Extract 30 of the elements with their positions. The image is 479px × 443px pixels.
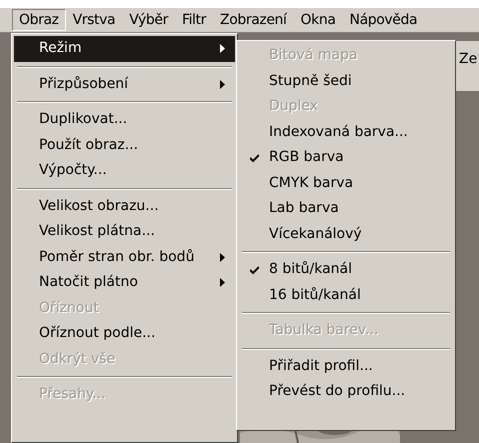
menu-item[interactable]: Velikost plátna... bbox=[14, 219, 235, 244]
menu-item[interactable]: Oříznout podle... bbox=[14, 321, 235, 346]
menu-item[interactable]: RGB barva bbox=[239, 145, 453, 170]
menu-item[interactable]: Lab barva bbox=[239, 196, 453, 222]
checkmark-icon bbox=[250, 154, 258, 162]
menu-item[interactable]: Indexovaná barva... bbox=[239, 120, 453, 145]
menu-item[interactable]: 16 bitů/kanál bbox=[239, 282, 453, 308]
menu-item[interactable]: Vícekanálový bbox=[239, 222, 453, 247]
menu-item[interactable]: Stupně šedi bbox=[239, 68, 453, 94]
checkmark-icon bbox=[250, 266, 258, 274]
menu-bar-item[interactable]: Nápověda bbox=[342, 9, 424, 31]
menu-bar-item[interactable]: Obraz bbox=[12, 9, 66, 31]
menu-item[interactable]: Poměr stran obr. bodů bbox=[14, 244, 235, 270]
menu-item[interactable]: 8 bitů/kanál bbox=[239, 257, 453, 282]
menu-item[interactable]: Převést do profilu... bbox=[239, 379, 453, 404]
menu-item[interactable]: Použít obraz... bbox=[14, 132, 235, 158]
menu-bar-item[interactable]: Filtr bbox=[174, 9, 213, 31]
menu-item[interactable]: Natočit plátno bbox=[14, 270, 235, 296]
toolbar-label: Ze bbox=[459, 51, 478, 67]
menu-item[interactable]: Přizpůsobení bbox=[14, 72, 235, 97]
menu-bar-item[interactable]: Okna bbox=[294, 9, 342, 31]
menu-item[interactable]: Velikost obrazu... bbox=[14, 194, 235, 219]
menu-bar-item[interactable]: Vrstva bbox=[66, 9, 122, 31]
menu-item[interactable]: Duplikovat... bbox=[14, 107, 235, 132]
menu-item[interactable]: Výpočty... bbox=[14, 158, 235, 184]
menu-item[interactable]: Přiřadit profil... bbox=[239, 354, 453, 379]
menu-item[interactable]: Režim bbox=[14, 36, 235, 62]
menu-bar-item[interactable]: Zobrazení bbox=[213, 9, 294, 31]
menu-item[interactable]: CMYK barva bbox=[239, 170, 453, 196]
menu-bar-item[interactable]: Výběr bbox=[122, 9, 175, 31]
